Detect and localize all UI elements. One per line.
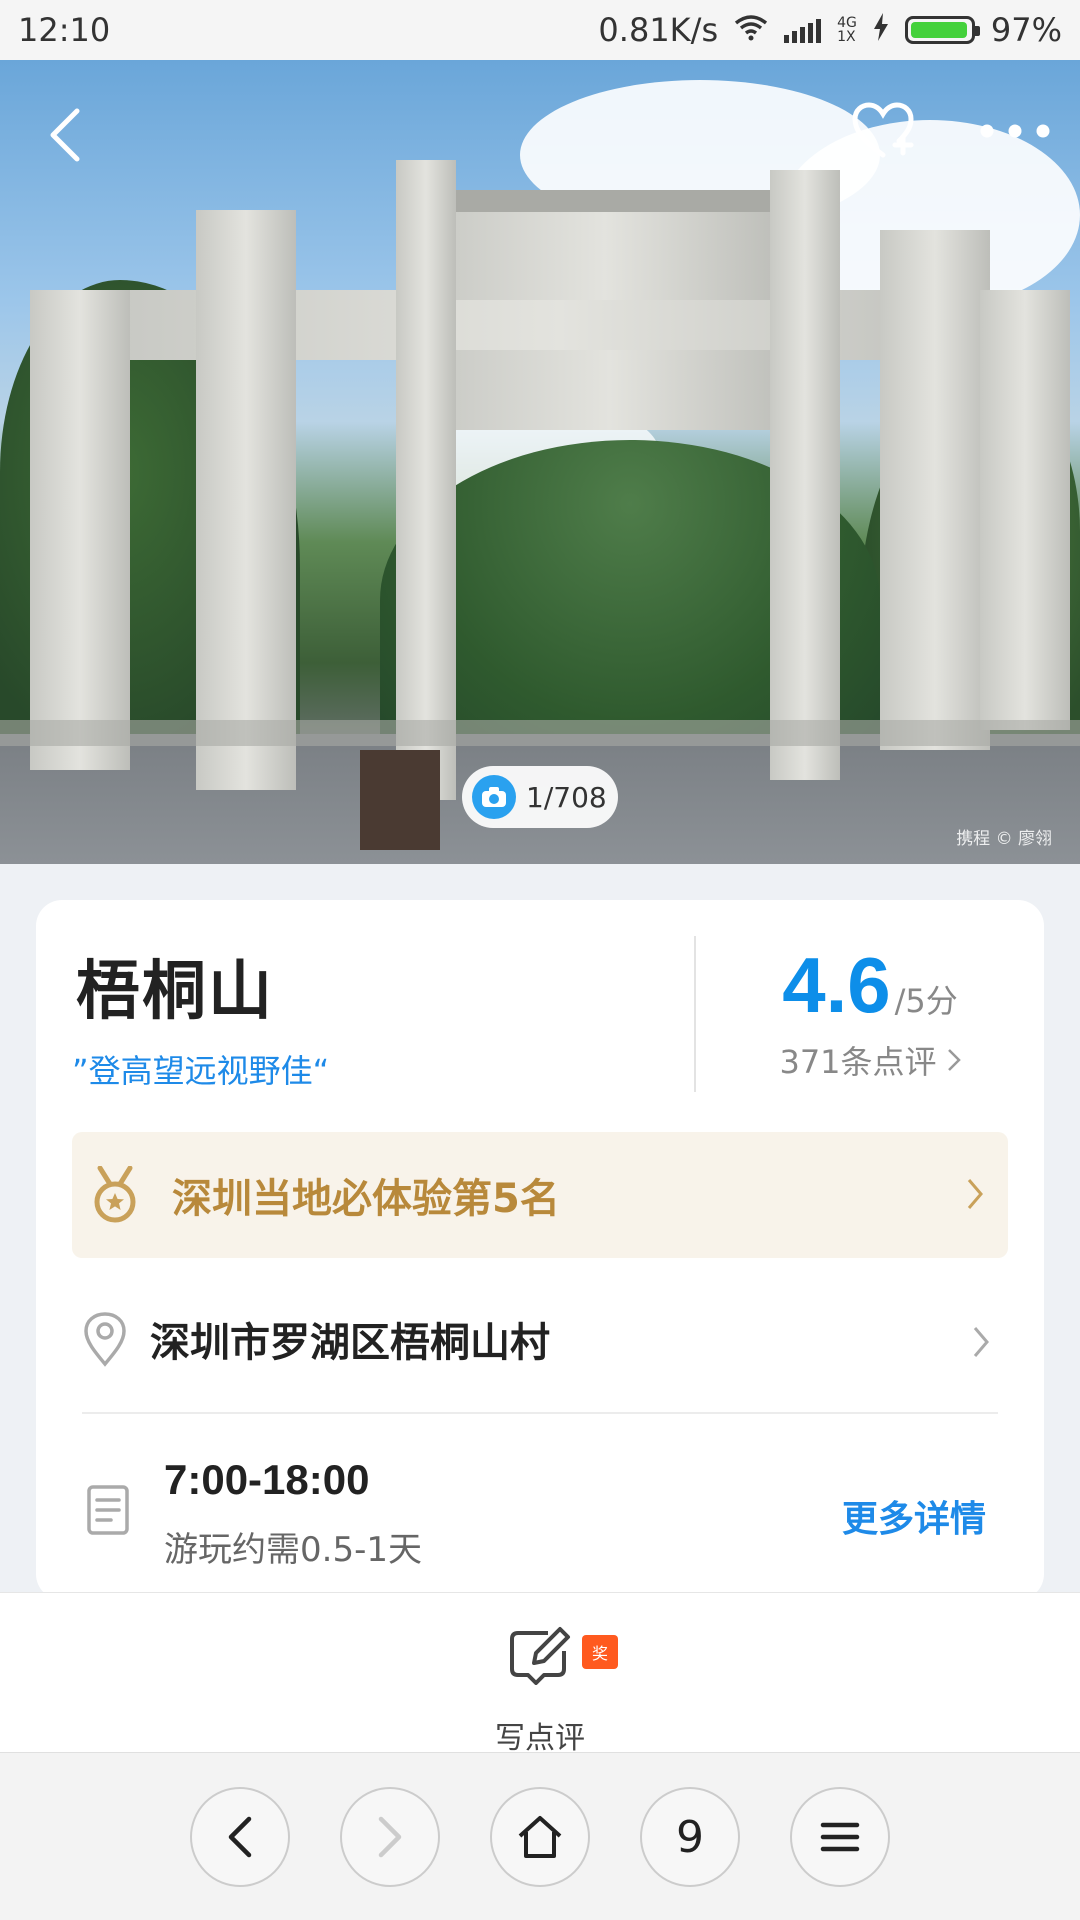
battery-fill [910,22,968,38]
chevron-right-icon [973,1327,989,1357]
nav-menu-button[interactable] [790,1787,890,1887]
status-indicators: 0.81K/s 4G 1X 97% [598,11,1062,49]
menu-icon [820,1822,860,1852]
bottom-action-bar: 奖 写点评 [0,1592,1080,1756]
chevron-right-icon [967,1179,983,1209]
review-count: 371条点评 [779,1043,937,1081]
edit-icon [510,1627,570,1685]
address-row[interactable]: 深圳市罗湖区梧桐山村 [72,1266,1008,1412]
home-icon [518,1816,562,1858]
poi-info-card: 梧桐山 ”登高望远视野佳“ 4.6 /5分 371条点评 深圳当地必体验第5名 [36,900,1044,1600]
camera-icon [472,775,516,819]
status-bar: 12:10 0.81K/s 4G 1X 97% [0,0,1080,60]
battery-icon [904,16,980,44]
photo-counter[interactable]: 1/708 [462,766,618,828]
browser-nav-bar: 9 [0,1752,1080,1920]
rating-score: 4.6 [782,941,891,1029]
address-text: 深圳市罗湖区梧桐山村 [150,1320,550,1366]
write-review-label: 写点评 [495,1721,585,1756]
chevron-right-icon [378,1816,402,1858]
signal-icon [784,17,822,43]
medal-icon [94,1166,136,1223]
net-speed: 0.81K/s [598,11,719,49]
hours-row[interactable]: 7:00-18:00 游玩约需0.5-1天 更多详情 [72,1414,1008,1600]
nav-forward-button[interactable] [340,1787,440,1887]
review-count-link[interactable]: 371条点评 [696,1037,1044,1083]
charging-icon [873,11,889,49]
opening-hours: 7:00-18:00 [164,1456,370,1503]
more-dots-icon [980,124,1050,138]
more-button[interactable] [970,96,1060,166]
chevron-left-icon [50,108,80,162]
poi-slogan: ”登高望远视野佳“ [72,1052,330,1090]
visit-duration: 游玩约需0.5-1天 [164,1530,422,1570]
poi-name: 梧桐山 [76,955,274,1029]
status-time: 12:10 [18,11,111,49]
chevron-right-icon [947,1049,961,1071]
back-button[interactable] [30,100,100,170]
heart-plus-icon [852,102,914,158]
battery-percent: 97% [990,11,1062,49]
chevron-left-icon [228,1816,252,1858]
reward-badge: 奖 [582,1635,618,1669]
nav-back-button[interactable] [190,1787,290,1887]
rating-max: /5分 [894,982,958,1020]
more-details-link[interactable]: 更多详情 [842,1490,986,1542]
tab-count: 9 [676,1811,704,1863]
nav-tabs-button[interactable]: 9 [640,1787,740,1887]
favorite-button[interactable] [848,96,918,166]
hero-photo[interactable]: 1/708 携程 © 廖翎 [0,60,1080,864]
ranking-banner[interactable]: 深圳当地必体验第5名 [72,1132,1008,1258]
ranking-text: 深圳当地必体验第5名 [172,1176,560,1222]
write-review-button[interactable]: 奖 写点评 [470,1619,618,1756]
nav-home-button[interactable] [490,1787,590,1887]
location-pin-icon [84,1312,126,1367]
network-type: 4G 1X [837,15,857,45]
photo-counter-text: 1/708 [526,780,607,814]
rating-section[interactable]: 4.6 /5分 371条点评 [696,940,1044,1083]
wifi-icon [734,11,768,49]
document-icon [87,1485,129,1535]
photo-watermark: 携程 © 廖翎 [956,829,1052,849]
